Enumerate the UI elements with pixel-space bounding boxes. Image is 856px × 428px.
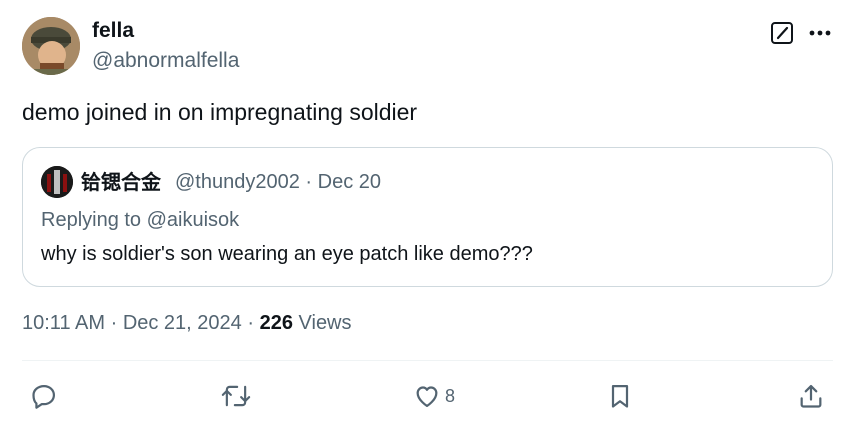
quoted-author-avatar[interactable] <box>41 166 73 198</box>
views-count: 226 <box>259 312 293 334</box>
heart-icon <box>416 386 438 408</box>
tweet-meta: 10:11 AM · Dec 21, 2024 · 226 Views <box>22 309 352 337</box>
more-options-icon[interactable] <box>806 21 834 45</box>
tweet-time[interactable]: 10:11 AM <box>22 312 105 334</box>
avatar-image <box>22 17 80 75</box>
quoted-author-display-name: 铪锶合金 <box>81 170 161 194</box>
like-count: 8 <box>445 385 456 406</box>
meta-separator: · <box>299 171 318 193</box>
tweet-date[interactable]: Dec 21, 2024 <box>123 312 242 334</box>
author-display-name[interactable]: fella <box>92 17 134 45</box>
divider <box>22 360 833 361</box>
quoted-avatar-image <box>41 166 73 198</box>
grok-icon[interactable] <box>770 21 794 45</box>
replying-to-mention[interactable]: @aikuisok <box>147 209 240 231</box>
views-label: Views <box>298 312 352 334</box>
reply-icon <box>32 384 56 409</box>
reply-button[interactable] <box>30 380 58 412</box>
quoted-date: Dec 20 <box>317 171 381 193</box>
meta-separator: · <box>105 312 123 334</box>
tweet-text: demo joined in on impregnating soldier <box>22 99 418 125</box>
author-avatar[interactable] <box>22 17 80 75</box>
share-icon <box>800 384 822 408</box>
bookmark-icon <box>611 384 629 408</box>
quoted-author-handle: @thundy2002 <box>175 171 300 193</box>
share-button[interactable] <box>797 380 825 412</box>
retweet-icon <box>221 385 251 407</box>
meta-separator: · <box>241 312 260 334</box>
quoted-tweet-card[interactable]: 铪锶合金 @thundy2002 · Dec 20 Replying to @a… <box>22 147 833 287</box>
author-handle[interactable]: @abnormalfella <box>92 47 239 75</box>
bookmark-button[interactable] <box>606 380 634 412</box>
replying-to-line: Replying to @aikuisok <box>41 206 239 234</box>
quoted-tweet-text: why is soldier's son wearing an eye patc… <box>41 243 533 265</box>
quoted-meta: @thundy2002 · Dec 20 <box>175 168 381 196</box>
retweet-button[interactable] <box>220 380 252 412</box>
like-button[interactable]: 8 <box>413 380 455 412</box>
replying-prefix: Replying to <box>41 209 142 231</box>
